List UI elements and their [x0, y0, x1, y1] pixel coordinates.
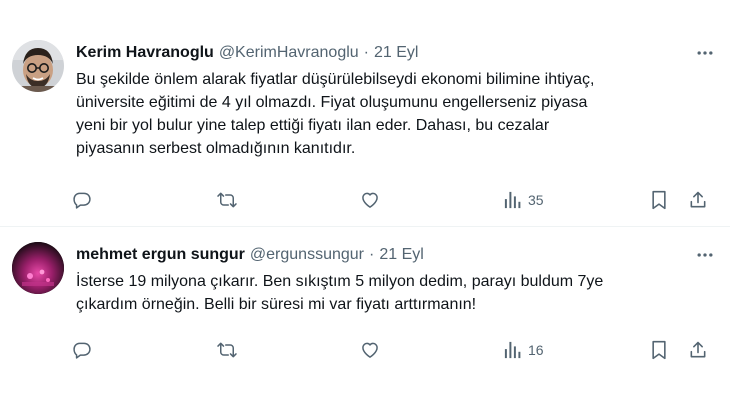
reply-icon — [73, 192, 91, 209]
divider — [0, 226, 730, 227]
heart-icon — [362, 192, 378, 208]
tweet-actions: 35 — [66, 186, 720, 214]
avatar[interactable] — [12, 40, 64, 92]
tweet-text-line: çıkardım örneğin. Belli bir süresi mi va… — [76, 296, 477, 313]
views-bar-chart-icon — [504, 341, 521, 359]
views-button[interactable]: 16 — [504, 336, 544, 364]
share-icon — [690, 341, 706, 358]
tweet[interactable]: mehmet ergun sungur @ergunssungur · 21 E… — [0, 228, 730, 420]
avatar-image — [12, 40, 64, 92]
tweet-header: Kerim Havranoglu @KerimHavranoglu · 21 E… — [76, 42, 718, 64]
tweet-text: İsterse 19 milyona çıkarır. Ben sıkıştım… — [76, 270, 716, 316]
tweet[interactable]: Kerim Havranoglu @KerimHavranoglu · 21 E… — [0, 0, 730, 226]
bookmark-icon — [652, 340, 666, 360]
views-bar-chart-icon — [504, 191, 521, 209]
more-horizontal-icon[interactable] — [692, 40, 718, 66]
bookmark-icon — [652, 190, 666, 210]
tweet-date[interactable]: 21 Eyl — [374, 44, 418, 62]
retweet-icon — [217, 342, 237, 358]
like-button[interactable] — [360, 336, 380, 364]
avatar[interactable] — [12, 242, 64, 294]
tweet-header: mehmet ergun sungur @ergunssungur · 21 E… — [76, 244, 718, 266]
author-handle[interactable]: @ergunssungur — [250, 246, 364, 264]
bookmark-button[interactable] — [650, 186, 668, 214]
author-name[interactable]: mehmet ergun sungur — [76, 246, 245, 264]
retweet-button[interactable] — [216, 336, 238, 364]
author-name[interactable]: Kerim Havranoglu — [76, 44, 214, 62]
views-button[interactable]: 35 — [504, 186, 544, 214]
share-icon — [690, 191, 706, 208]
author-handle[interactable]: @KerimHavranoglu — [219, 44, 359, 62]
separator-dot: · — [369, 246, 375, 263]
views-count: 16 — [528, 342, 544, 358]
tweet-text-line: yeni bir yol bulur yine talep ettiği fiy… — [76, 117, 550, 134]
reply-button[interactable] — [72, 186, 92, 214]
retweet-icon — [217, 192, 237, 208]
tweet-actions: 16 — [66, 336, 720, 364]
reply-button[interactable] — [72, 336, 92, 364]
tweet-date[interactable]: 21 Eyl — [379, 246, 423, 264]
share-button[interactable] — [688, 336, 708, 364]
views-count: 35 — [528, 192, 544, 208]
heart-icon — [362, 342, 378, 358]
tweet-text: Bu şekilde önlem alarak fiyatlar düşürül… — [76, 68, 716, 160]
share-button[interactable] — [688, 186, 708, 214]
retweet-button[interactable] — [216, 186, 238, 214]
separator-dot: · — [363, 44, 369, 61]
more-horizontal-icon[interactable] — [692, 242, 718, 268]
like-button[interactable] — [360, 186, 380, 214]
tweet-text-line: Bu şekilde önlem alarak fiyatlar düşürül… — [76, 71, 595, 88]
avatar-image — [12, 242, 64, 294]
tweet-text-line: piyasanın serbest olmadığının kanıtıdır. — [76, 140, 356, 157]
tweet-text-line: üniversite eğitimi de 4 yıl olmazdı. Fiy… — [76, 94, 588, 111]
bookmark-button[interactable] — [650, 336, 668, 364]
reply-icon — [73, 342, 91, 359]
tweet-text-line: İsterse 19 milyona çıkarır. Ben sıkıştım… — [76, 273, 604, 290]
